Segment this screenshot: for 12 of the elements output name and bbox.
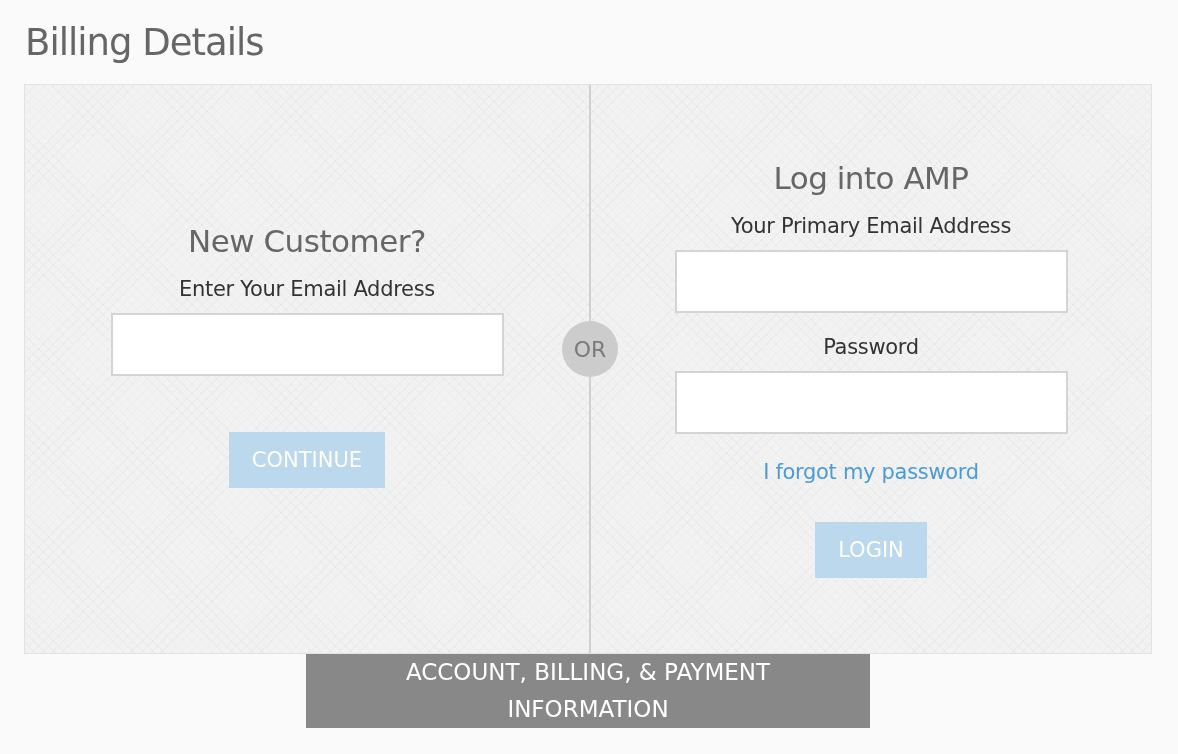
field-label: Enter Your Email Address bbox=[179, 276, 435, 301]
forgot-password-link[interactable]: I forgot my password bbox=[763, 460, 979, 484]
field-label: Password bbox=[823, 335, 919, 359]
or-badge: OR bbox=[562, 321, 618, 377]
email-field[interactable] bbox=[674, 250, 1068, 313]
password-field[interactable] bbox=[674, 371, 1068, 434]
section-heading: New Customer? bbox=[188, 222, 426, 259]
email-field[interactable] bbox=[110, 312, 504, 376]
field-label: Your Primary Email Address bbox=[730, 214, 1012, 238]
section-heading: Log into AMP bbox=[773, 160, 969, 196]
page-title: Billing Details bbox=[25, 20, 265, 66]
footer-banner: ACCOUNT, BILLING, & PAYMENT INFORMATION bbox=[306, 654, 870, 728]
